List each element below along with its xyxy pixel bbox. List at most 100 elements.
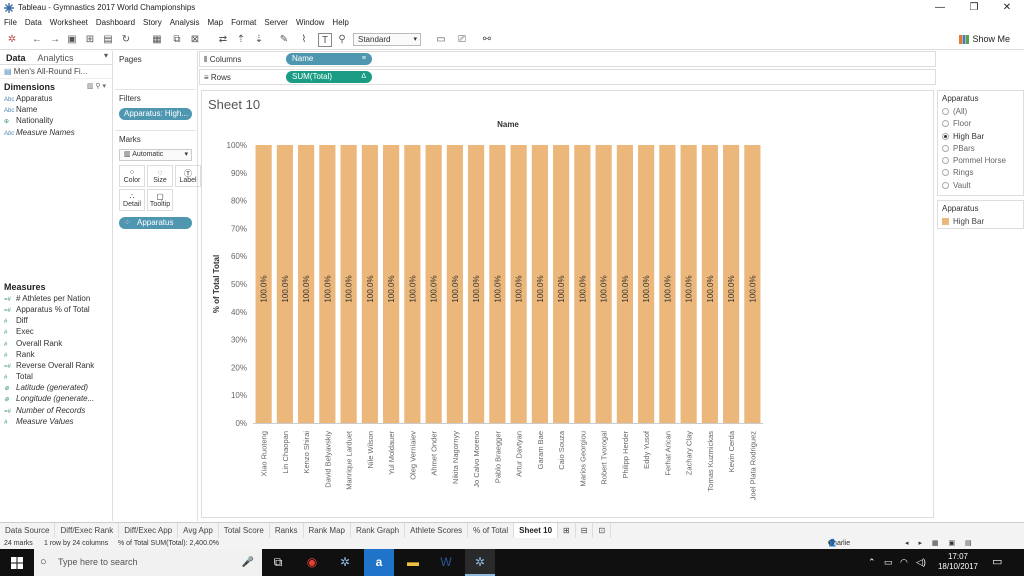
measure-field[interactable]: # Total bbox=[0, 371, 112, 382]
pause-updates-icon[interactable]: ▤ bbox=[101, 33, 115, 47]
dimension-field[interactable]: Abc Name bbox=[0, 104, 112, 115]
duplicate-icon[interactable]: ⧉ bbox=[170, 33, 184, 47]
marks-label-button[interactable]: Ⓣ Label bbox=[175, 165, 201, 187]
measure-field[interactable]: =# Number of Records bbox=[0, 405, 112, 416]
tableau-active-icon[interactable]: ✲ bbox=[465, 549, 495, 576]
close-button[interactable]: ✕ bbox=[990, 0, 1024, 15]
sort-ascending-icon[interactable]: ⇡ bbox=[234, 33, 248, 47]
dimension-field[interactable]: ⊕ Nationality bbox=[0, 115, 112, 126]
filter-option[interactable]: Floor bbox=[938, 118, 1023, 130]
menu-file[interactable]: File bbox=[4, 18, 17, 27]
rows-pill-sum-total[interactable]: SUM(Total) Δ bbox=[286, 71, 372, 83]
marks-size-button[interactable]: ◌ Size bbox=[147, 165, 173, 187]
menu-analysis[interactable]: Analysis bbox=[170, 18, 200, 27]
show-labels-icon[interactable]: T bbox=[318, 33, 332, 47]
sheet-tab[interactable]: Rank Graph bbox=[351, 522, 406, 539]
windows-start-icon[interactable] bbox=[0, 549, 34, 576]
mark-type-select[interactable]: ▥ Automatic ▾ bbox=[119, 149, 192, 161]
menu-dashboard[interactable]: Dashboard bbox=[96, 18, 135, 27]
sheet-tab[interactable]: Rank Map bbox=[304, 522, 351, 539]
menu-data[interactable]: Data bbox=[25, 18, 42, 27]
measure-field[interactable]: =# Reverse Overall Rank bbox=[0, 360, 112, 371]
filter-option[interactable]: High Bar bbox=[938, 131, 1023, 143]
filter-option[interactable]: PBars bbox=[938, 143, 1023, 155]
measure-field[interactable]: # Exec bbox=[0, 326, 112, 337]
datasource-item[interactable]: ▤ Men's All-Round Fi... bbox=[0, 65, 112, 79]
menu-format[interactable]: Format bbox=[231, 18, 256, 27]
marks-detail-button[interactable]: ∴ Detail bbox=[119, 189, 145, 211]
columns-shelf[interactable]: ⦀ Columns Name ≡ bbox=[199, 51, 936, 67]
sheet-tab[interactable]: Athlete Scores bbox=[405, 522, 469, 539]
refresh-icon[interactable]: ↻ bbox=[119, 33, 133, 47]
view-controls-icon[interactable]: ◂ ▸ ▦ ▣ ▤ bbox=[905, 538, 976, 549]
redo-icon[interactable]: → bbox=[48, 33, 62, 47]
sheet-tab[interactable]: Diff/Exec Rank bbox=[55, 522, 120, 539]
filter-option[interactable]: Vault bbox=[938, 180, 1023, 192]
marks-color-button[interactable]: ⁘ Color bbox=[119, 165, 145, 187]
sheet-tab[interactable]: Data Source bbox=[0, 522, 56, 539]
app-a-icon[interactable]: a bbox=[364, 549, 394, 576]
menu-server[interactable]: Server bbox=[264, 18, 288, 27]
pane-menu-icon[interactable]: ▾ bbox=[104, 51, 108, 60]
sort-descending-icon[interactable]: ⇣ bbox=[252, 33, 266, 47]
sheet-tab[interactable]: Diff/Exec App bbox=[119, 522, 179, 539]
menu-help[interactable]: Help bbox=[332, 18, 348, 27]
new-worksheet-icon[interactable]: ▦ bbox=[150, 33, 164, 47]
measure-field[interactable]: # Diff bbox=[0, 315, 112, 326]
taskbar-search[interactable]: ○ Type here to search 🎤 bbox=[34, 549, 262, 576]
fit-select[interactable]: Standard ▾ bbox=[353, 33, 421, 46]
presentation-icon[interactable]: ⎚ bbox=[455, 33, 469, 47]
measure-field[interactable]: =# # Athletes per Nation bbox=[0, 293, 112, 304]
word-icon[interactable]: W bbox=[431, 549, 461, 576]
menu-worksheet[interactable]: Worksheet bbox=[50, 18, 88, 27]
menu-story[interactable]: Story bbox=[143, 18, 162, 27]
sheet-tab[interactable]: Avg App bbox=[178, 522, 219, 539]
menu-map[interactable]: Map bbox=[208, 18, 224, 27]
filter-option[interactable]: (All) bbox=[938, 106, 1023, 118]
fix-axes-icon[interactable]: ⚲ bbox=[335, 33, 349, 47]
new-story-tab-icon[interactable]: ⊡ bbox=[593, 522, 612, 539]
new-dashboard-tab-icon[interactable]: ⊟ bbox=[576, 522, 594, 539]
group-icon[interactable]: ⌇ bbox=[297, 33, 311, 47]
measure-field[interactable]: # Rank bbox=[0, 349, 112, 360]
show-me-button[interactable]: Show Me bbox=[959, 34, 1010, 45]
show-cards-icon[interactable]: ▭ bbox=[434, 33, 448, 47]
battery-icon[interactable]: ▭ bbox=[884, 549, 893, 576]
filter-option[interactable]: Rings bbox=[938, 167, 1023, 179]
menu-window[interactable]: Window bbox=[296, 18, 324, 27]
tab-data[interactable]: Data bbox=[0, 53, 32, 63]
task-view-icon[interactable]: ⧉ bbox=[263, 549, 293, 576]
color-pill-apparatus[interactable]: ⁘ Apparatus bbox=[119, 217, 192, 229]
sheet-tab[interactable]: Ranks bbox=[270, 522, 304, 539]
rows-shelf[interactable]: ≡ Rows SUM(Total) Δ bbox=[199, 69, 936, 85]
columns-pill-name[interactable]: Name ≡ bbox=[286, 53, 372, 65]
measure-field[interactable]: ⊕ Latitude (generated) bbox=[0, 382, 112, 393]
tableau-home-icon[interactable]: ✲ bbox=[5, 33, 19, 47]
undo-icon[interactable]: ← bbox=[30, 33, 44, 47]
microphone-icon[interactable]: 🎤 bbox=[242, 549, 254, 576]
volume-icon[interactable]: ◁) bbox=[916, 549, 926, 576]
measure-field[interactable]: # Overall Rank bbox=[0, 338, 112, 349]
highlight-icon[interactable]: ✎ bbox=[277, 33, 291, 47]
legend-item[interactable]: High Bar bbox=[938, 216, 1023, 228]
chrome-icon[interactable]: ◉ bbox=[297, 549, 327, 576]
new-worksheet-tab-icon[interactable]: ⊞ bbox=[558, 522, 576, 539]
tab-analytics[interactable]: Analytics bbox=[32, 53, 80, 63]
minimize-button[interactable]: — bbox=[923, 0, 957, 15]
sheet-tab[interactable]: Sheet 10 bbox=[514, 522, 559, 539]
clear-sheet-icon[interactable]: ⊠ bbox=[188, 33, 202, 47]
notifications-icon[interactable]: ▭ bbox=[992, 549, 1002, 576]
sheet-tab[interactable]: % of Total bbox=[468, 522, 515, 539]
dimension-field[interactable]: Abc Apparatus bbox=[0, 93, 112, 104]
status-user[interactable]: 👤 Charlie Daf... ▾ bbox=[828, 538, 850, 558]
swap-icon[interactable]: ⇄ bbox=[216, 33, 230, 47]
tableau-taskbar-icon[interactable]: ✲ bbox=[330, 549, 360, 576]
filter-pill-apparatus[interactable]: Apparatus: High... bbox=[119, 108, 192, 120]
sheet-tab[interactable]: Total Score bbox=[219, 522, 270, 539]
clock[interactable]: 17:07 18/10/2017 bbox=[933, 552, 983, 572]
share-icon[interactable]: ⚯ bbox=[480, 33, 494, 47]
measure-field[interactable]: ⊕ Longitude (generate... bbox=[0, 393, 112, 404]
marks-tooltip-button[interactable]: ▢ Tooltip bbox=[147, 189, 173, 211]
search-icon[interactable]: ▥ ⚲ ▾ bbox=[87, 81, 106, 93]
maximize-button[interactable]: ❐ bbox=[957, 0, 991, 15]
